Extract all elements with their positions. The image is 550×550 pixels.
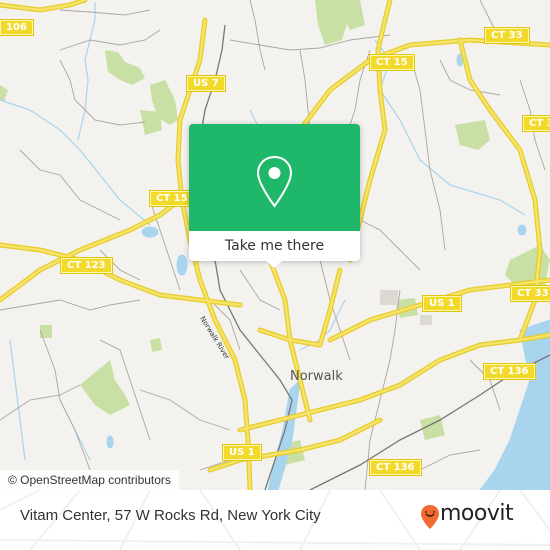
directions-popup: Take me there — [189, 124, 360, 268]
take-me-there-button[interactable]: Take me there — [189, 231, 360, 261]
route-shield-ct-15-north: CT 15 — [370, 55, 414, 70]
popup-tail — [265, 260, 283, 268]
route-shield-ct-136-south: CT 136 — [370, 460, 421, 475]
popup-header — [189, 124, 360, 231]
route-shield-us-1-south: US 1 — [223, 445, 261, 460]
route-shield-ct-33-east: CT 33 — [511, 286, 550, 301]
map-attribution[interactable]: © OpenStreetMap contributors — [0, 470, 179, 490]
route-shield-ct-33-north: CT 33 — [485, 28, 529, 43]
location-address: Vitam Center, 57 W Rocks Rd, New York Ci… — [20, 507, 321, 524]
route-shield-ct-123: CT 123 — [61, 258, 112, 273]
map-pin-icon — [256, 155, 293, 208]
map-canvas[interactable]: 106 US 7 CT 15 CT 15 CT 33 CT 3 CT 123 U… — [0, 0, 550, 490]
route-shield-us-1-east: US 1 — [423, 296, 461, 311]
route-shield-ct-106: 106 — [0, 20, 33, 35]
place-label-norwalk: Norwalk — [290, 369, 343, 384]
footer-bar: Vitam Center, 57 W Rocks Rd, New York Ci… — [0, 490, 550, 550]
moovit-smiley-pin-icon — [421, 505, 439, 529]
route-shield-us-7: US 7 — [187, 76, 225, 91]
route-shield-ct-15-west: CT 15 — [150, 191, 194, 206]
brand-name: moovit — [440, 501, 514, 526]
route-shield-ct-33-east-top: CT 3 — [523, 116, 550, 131]
route-shield-ct-136-east: CT 136 — [484, 364, 535, 379]
